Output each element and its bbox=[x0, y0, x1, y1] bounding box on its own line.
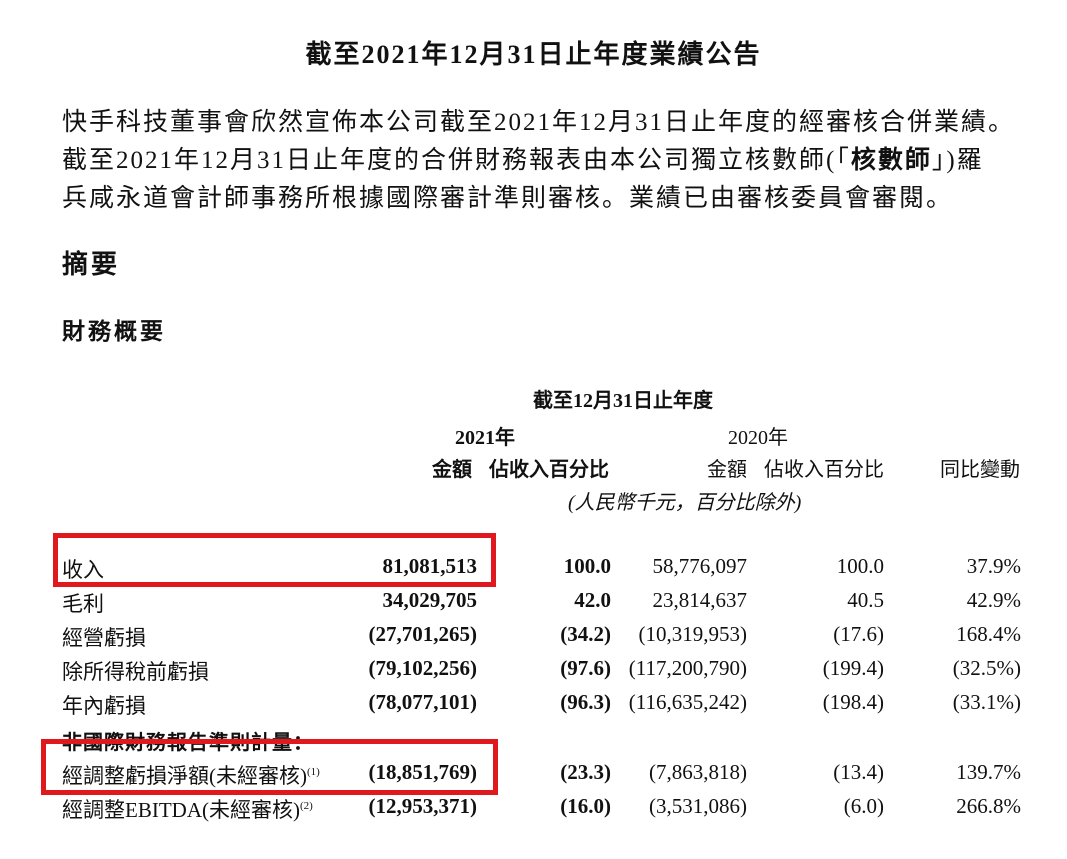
financial-summary-heading: 財務概要 bbox=[62, 319, 166, 344]
row-label: 經調整虧損淨額(未經審核)(1) bbox=[62, 760, 320, 790]
amount-2020: (10,319,953) bbox=[638, 622, 748, 646]
intro-line-2: 截至2021年12月31日止年度的合併財務報表由本公司獨立核數師(「核數師」)羅 bbox=[62, 142, 1032, 180]
yoy-change: 139.7% bbox=[956, 760, 1021, 784]
pct-2021: (97.6) bbox=[560, 656, 611, 680]
amount-2021: (12,953,371) bbox=[368, 794, 478, 818]
year-2020-header: 2020年 bbox=[728, 427, 788, 449]
intro-paragraph: 快手科技董事會欣然宣佈本公司截至2021年12月31日止年度的經審核合併業績。 … bbox=[62, 104, 1032, 218]
footnote-marker: (2) bbox=[299, 800, 313, 812]
pct-2020: 100.0 bbox=[836, 554, 884, 578]
row-label-text: 經調整虧損淨額(未經審核) bbox=[62, 764, 307, 788]
yoy-header: 同比變動 bbox=[940, 459, 1020, 481]
table-row: 收入 81,081,513 100.0 58,776,097 100.0 37.… bbox=[0, 554, 1067, 588]
year-2021-header: 2021年 bbox=[455, 427, 515, 449]
amount-2021: (78,077,101) bbox=[368, 690, 478, 714]
intro-line-3: 兵咸永道會計師事務所根據國際審計準則審核。業績已由審核委員會審閱。 bbox=[62, 185, 954, 212]
footnote-marker: (1) bbox=[307, 766, 320, 778]
row-label: 除所得稅前虧損 bbox=[62, 660, 209, 684]
non-ifrs-header: 非國際財務報告準則計量： bbox=[62, 732, 314, 754]
pct-2021: 42.0 bbox=[574, 588, 611, 612]
amount-2021: (79,102,256) bbox=[368, 656, 478, 680]
unit-note: (人民幣千元，百分比除外) bbox=[568, 492, 802, 514]
amount-2021: 34,029,705 bbox=[382, 588, 478, 612]
table-row: 毛利 34,029,705 42.0 23,814,637 40.5 42.9% bbox=[0, 588, 1067, 622]
amount-2020-header: 金額 bbox=[707, 459, 747, 481]
amount-2021: 81,081,513 bbox=[382, 554, 478, 578]
yoy-change: 37.9% bbox=[966, 554, 1021, 578]
pct-2020: (199.4) bbox=[822, 656, 884, 680]
amount-2020: (7,863,818) bbox=[649, 760, 747, 784]
intro-line-1: 快手科技董事會欣然宣佈本公司截至2021年12月31日止年度的經審核合併業績。 bbox=[62, 109, 1016, 136]
yoy-change: 266.8% bbox=[956, 794, 1021, 818]
amount-2021: (18,851,769) bbox=[368, 760, 478, 784]
pct-2020: (17.6) bbox=[833, 622, 884, 646]
amount-2020: (117,200,790) bbox=[628, 656, 747, 680]
amount-2021: (27,701,265) bbox=[368, 622, 478, 646]
row-label-text: 經調整EBITDA(未經審核) bbox=[62, 798, 300, 822]
pct-2021-header: 佔收入百分比 bbox=[489, 459, 609, 481]
pct-2020: (198.4) bbox=[822, 690, 884, 714]
yoy-change: (32.5%) bbox=[952, 656, 1021, 680]
intro-line-2-pre: 截至2021年12月31日止年度的合併財務報表由本公司獨立核數師(「 bbox=[62, 147, 851, 174]
table-row: 經調整虧損淨額(未經審核)(1) (18,851,769) (23.3) (7,… bbox=[0, 760, 1067, 794]
pct-2021: (34.2) bbox=[560, 622, 611, 646]
yoy-change: (33.1%) bbox=[952, 690, 1021, 714]
row-label: 收入 bbox=[62, 558, 104, 582]
intro-auditor-term: 核數師 bbox=[850, 147, 932, 174]
pct-2021: (23.3) bbox=[560, 760, 611, 784]
pct-2021: (96.3) bbox=[560, 690, 611, 714]
table-row: 經調整EBITDA(未經審核)(2) (12,953,371) (16.0) (… bbox=[0, 794, 1067, 828]
row-label: 毛利 bbox=[62, 592, 104, 616]
pct-2020: (6.0) bbox=[843, 794, 884, 818]
amount-2020: 58,776,097 bbox=[652, 554, 748, 578]
pct-2020: 40.5 bbox=[847, 588, 884, 612]
amount-2020: 23,814,637 bbox=[652, 588, 748, 612]
amount-2021-header: 金額 bbox=[432, 459, 472, 481]
row-label: 經營虧損 bbox=[62, 626, 146, 650]
table-row: 除所得稅前虧損 (79,102,256) (97.6) (117,200,790… bbox=[0, 656, 1067, 690]
pct-2021: 100.0 bbox=[563, 554, 611, 578]
table-row: 經營虧損 (27,701,265) (34.2) (10,319,953) (1… bbox=[0, 622, 1067, 656]
yoy-change: 168.4% bbox=[956, 622, 1021, 646]
row-label: 經調整EBITDA(未經審核)(2) bbox=[62, 794, 313, 824]
yoy-change: 42.9% bbox=[966, 588, 1021, 612]
period-header: 截至12月31日止年度 bbox=[533, 390, 713, 412]
summary-heading: 摘要 bbox=[62, 250, 121, 279]
pct-2021: (16.0) bbox=[560, 794, 611, 818]
pct-2020: (13.4) bbox=[833, 760, 884, 784]
pct-2020-header: 佔收入百分比 bbox=[764, 459, 884, 481]
amount-2020: (116,635,242) bbox=[628, 690, 747, 714]
table-row: 年內虧損 (78,077,101) (96.3) (116,635,242) (… bbox=[0, 690, 1067, 724]
amount-2020: (3,531,086) bbox=[649, 794, 747, 818]
page-title: 截至2021年12月31日止年度業績公告 bbox=[305, 40, 762, 69]
row-label: 年內虧損 bbox=[62, 694, 146, 718]
intro-line-2-post: 」)羅 bbox=[931, 147, 984, 174]
